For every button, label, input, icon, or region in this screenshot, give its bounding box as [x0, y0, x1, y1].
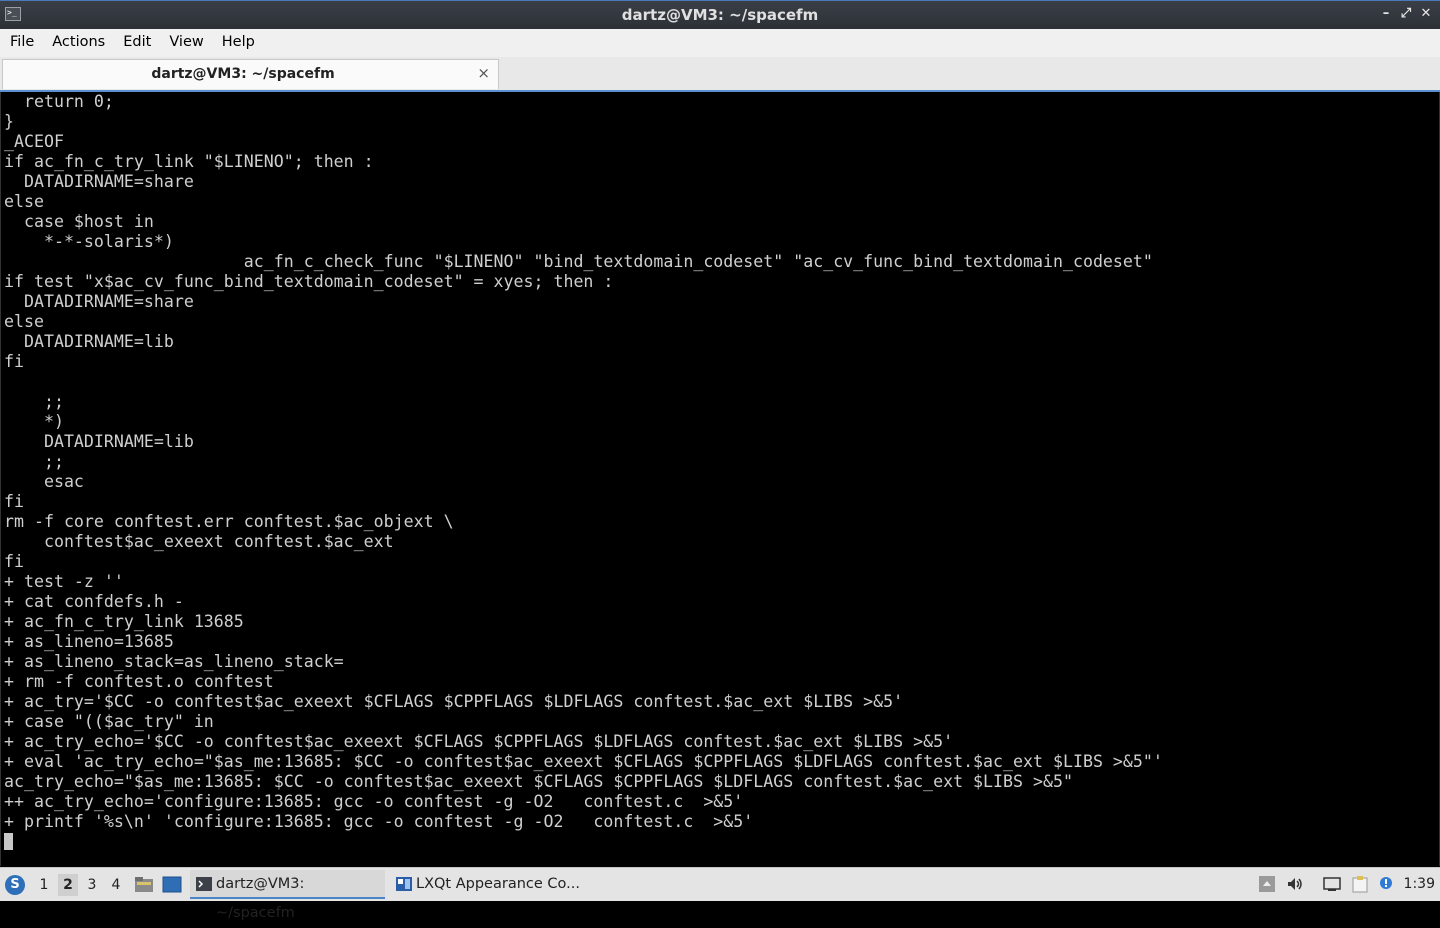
terminal-line: ac_try_echo="$as_me:13685: $CC -o confte… [4, 772, 1073, 791]
terminal-line: conftest$ac_exeext conftest.$ac_ext [4, 532, 394, 551]
terminal-icon [196, 877, 212, 891]
terminal-line: if ac_fn_c_try_link "$LINENO"; then : [4, 152, 374, 171]
tab-terminal[interactable]: dartz@VM3: ~/spacefm × [2, 59, 499, 89]
terminal-line: *) [4, 412, 64, 431]
window-titlebar[interactable]: >_ dartz@VM3: ~/spacefm – ⤢ ✕ [0, 0, 1440, 30]
terminal-line: + rm -f conftest.o conftest [4, 672, 274, 691]
task-appearance[interactable]: LXQt Appearance Co... [390, 870, 585, 899]
menu-help[interactable]: Help [212, 29, 263, 57]
minimize-icon[interactable]: – [1378, 6, 1394, 22]
terminal-line: esac [4, 472, 84, 491]
notification-icon[interactable] [1377, 875, 1395, 893]
task-terminal[interactable]: dartz@VM3: ~/spacefm [190, 870, 385, 921]
terminal-line: DATADIRNAME=share [4, 292, 194, 311]
tab-close-icon[interactable]: × [477, 64, 490, 82]
desktop-4[interactable]: 4 [106, 874, 126, 896]
terminal-line: ;; [4, 452, 64, 471]
clipboard-icon[interactable] [1351, 875, 1369, 893]
terminal-line: + test -z '' [4, 572, 124, 591]
terminal-line: *-*-solaris*) [4, 232, 174, 251]
menu-bar: File Actions Edit View Help [0, 29, 1440, 58]
terminal-line: DATADIRNAME=lib [4, 432, 194, 451]
clock[interactable]: 1:39 [1404, 868, 1435, 901]
menu-edit[interactable]: Edit [113, 29, 159, 57]
terminal-line: + ac_try_echo='$CC -o conftest$ac_exeext… [4, 732, 954, 751]
terminal-line: fi [4, 492, 24, 511]
terminal-line: } [4, 112, 14, 131]
network-icon[interactable] [1323, 875, 1341, 893]
menu-actions[interactable]: Actions [42, 29, 113, 57]
terminal-line: DATADIRNAME=lib [4, 332, 174, 351]
window-title: dartz@VM3: ~/spacefm [621, 6, 819, 24]
terminal-lines: return 0;} _ACEOF if ac_fn_c_try_link "$LI… [4, 92, 1163, 852]
start-menu-icon[interactable]: S [5, 875, 25, 895]
terminal-cursor [4, 833, 13, 850]
terminal-line: if test "x$ac_cv_func_bind_textdomain_co… [4, 272, 614, 291]
terminal-line: ++ ac_try_echo='configure:13685: gcc -o … [4, 792, 744, 811]
terminal-line: _ACEOF [4, 132, 64, 151]
terminal-output[interactable]: return 0;} _ACEOF if ac_fn_c_try_link "$LI… [0, 92, 1440, 866]
terminal-line: + eval 'ac_try_echo="$as_me:13685: $CC -… [4, 752, 1163, 771]
appearance-icon [396, 877, 412, 891]
menu-view[interactable]: View [159, 29, 211, 57]
terminal-line: return 0; [4, 92, 114, 111]
terminal-cursor-line [4, 832, 1163, 852]
menu-file[interactable]: File [0, 29, 42, 57]
terminal-line: ;; [4, 392, 64, 411]
terminal-line: + cat confdefs.h - [4, 592, 184, 611]
volume-icon[interactable] [1286, 875, 1304, 893]
tab-label: dartz@VM3: ~/spacefm [151, 66, 335, 82]
terminal-line: DATADIRNAME=share [4, 172, 194, 191]
terminal-line: case $host in [4, 212, 154, 231]
terminal-line: ac_fn_c_check_func "$LINENO" "bind_textd… [4, 252, 1153, 271]
terminal-line: else [4, 312, 44, 331]
tray-arrow-icon[interactable] [1258, 875, 1276, 893]
show-desktop-icon[interactable] [162, 876, 182, 893]
tab-bar: dartz@VM3: ~/spacefm × [0, 57, 1440, 92]
close-icon[interactable]: ✕ [1418, 6, 1434, 22]
maximize-icon[interactable]: ⤢ [1398, 6, 1414, 22]
task-appearance-label: LXQt Appearance Co... [416, 876, 580, 892]
desktop-1[interactable]: 1 [34, 874, 54, 896]
terminal-line: rm -f core conftest.err conftest.$ac_obj… [4, 512, 454, 531]
terminal-line: + as_lineno=13685 [4, 632, 174, 651]
terminal-line: + printf '%s\n' 'configure:13685: gcc -o… [4, 812, 754, 831]
desktop-3[interactable]: 3 [82, 874, 102, 896]
terminal-line: else [4, 192, 44, 211]
taskbar: S 1 2 3 4 dartz@VM3: ~/spacefm LXQt Appe… [0, 867, 1440, 921]
file-manager-icon[interactable] [134, 876, 154, 893]
desktop-2[interactable]: 2 [58, 874, 78, 896]
terminal-line: + case "(($ac_try" in [4, 712, 214, 731]
task-terminal-label: dartz@VM3: ~/spacefm [216, 876, 305, 921]
terminal-line: + as_lineno_stack=as_lineno_stack= [4, 652, 344, 671]
terminal-line: fi [4, 552, 24, 571]
terminal-line: fi [4, 352, 24, 371]
terminal-line: + ac_try='$CC -o conftest$ac_exeext $CFL… [4, 692, 904, 711]
terminal-line: + ac_fn_c_try_link 13685 [4, 612, 244, 631]
